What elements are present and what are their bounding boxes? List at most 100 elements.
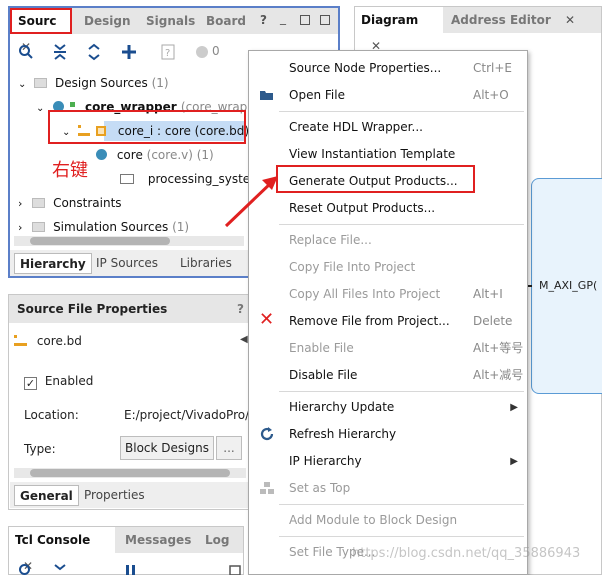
tree-core[interactable]: core (core.v) (1)	[96, 144, 214, 166]
enabled-label: Enabled	[44, 374, 94, 388]
collapse-all-icon[interactable]	[52, 563, 68, 575]
file-properties-title: Source File Properties	[17, 302, 168, 316]
collapse-all-icon[interactable]	[52, 43, 68, 61]
tab-properties-label: Properties	[84, 488, 145, 502]
tree-design-sources[interactable]: ⌄ Design Sources (1)	[18, 72, 169, 94]
tab-ip-sources[interactable]: IP Sources	[96, 253, 158, 273]
tab-address-editor[interactable]: Address Editor ✕	[445, 7, 581, 33]
props-hscrollbar[interactable]	[14, 468, 246, 478]
menu-label: Remove File from Project...	[289, 314, 450, 328]
annotation-arrow-icon	[224, 176, 278, 228]
diagram-tab-bar: Diagram ✕ Address Editor ✕	[355, 7, 601, 53]
tree-simulation-sources[interactable]: › Simulation Sources (1)	[18, 216, 189, 238]
tab-signals[interactable]: Signals	[140, 8, 201, 34]
tab-design[interactable]: Design	[78, 8, 137, 34]
trash-icon[interactable]	[228, 564, 242, 575]
menu-copy-file-into-project[interactable]: Copy File Into Project	[249, 254, 528, 281]
generate-output-highlight	[276, 165, 475, 193]
menu-disable-file[interactable]: Disable File Alt+减号	[249, 362, 528, 389]
context-menu: Source Node Properties... Ctrl+E Open Fil…	[248, 50, 528, 575]
tab-diagram[interactable]: Diagram ✕	[355, 7, 443, 53]
chevron-down-icon[interactable]: ⌄	[18, 79, 26, 90]
expand-all-icon[interactable]	[86, 43, 102, 61]
tree-label: Simulation Sources	[53, 220, 169, 234]
menu-enable-file[interactable]: Enable File Alt+等号	[249, 335, 528, 362]
menu-label: Add Module to Block Design	[289, 513, 458, 527]
location-label: Location:	[24, 408, 79, 422]
menu-copy-all-files-into-project[interactable]: Copy All Files Into Project Alt+I	[249, 281, 528, 308]
menu-separator	[279, 536, 524, 537]
menu-view-instantiation-template[interactable]: View Instantiation Template	[249, 141, 528, 168]
enabled-checkbox-row[interactable]: ✓ Enabled	[24, 374, 93, 390]
tab-address-editor-label: Address Editor	[451, 13, 551, 27]
search-icon[interactable]	[18, 563, 34, 575]
sources-hscrollbar[interactable]	[14, 236, 244, 246]
tab-libraries-label: Libraries	[180, 256, 232, 270]
menu-separator	[279, 391, 524, 392]
tab-tcl-console-label: Tcl Console	[15, 533, 91, 547]
tab-messages[interactable]: Messages	[119, 527, 197, 553]
menu-shortcut: Alt+I	[473, 287, 503, 301]
help-icon[interactable]: ?	[260, 13, 267, 27]
menu-hierarchy-update[interactable]: Hierarchy Update ▶	[249, 394, 528, 421]
pause-icon[interactable]	[124, 564, 138, 575]
tab-hierarchy-label: Hierarchy	[20, 257, 86, 271]
remove-x-icon: ✕	[259, 309, 275, 330]
tab-general[interactable]: General	[14, 485, 79, 506]
status-dot-icon	[196, 46, 208, 58]
chevron-down-icon[interactable]: ⌄	[36, 103, 44, 114]
menu-create-hdl-wrapper[interactable]: Create HDL Wrapper...	[249, 114, 528, 141]
tab-board[interactable]: Board	[200, 8, 252, 34]
chevron-right-icon[interactable]: ›	[18, 221, 22, 234]
menu-label: Copy File Into Project	[289, 260, 416, 274]
scroll-thumb[interactable]	[30, 469, 230, 477]
menu-reset-output-products[interactable]: Reset Output Products...	[249, 195, 528, 222]
search-icon[interactable]	[18, 44, 34, 60]
menu-replace-file[interactable]: Replace File...	[249, 227, 528, 254]
menu-remove-file-from-project[interactable]: ✕ Remove File from Project... Delete	[249, 308, 528, 335]
tcl-tab-bar: Tcl Console ✕ Messages Log	[9, 527, 243, 573]
more-button[interactable]: ...	[216, 436, 242, 460]
tree-label: core	[116, 148, 143, 162]
enabled-checkbox[interactable]: ✓	[24, 377, 37, 390]
maximize-icon[interactable]	[300, 15, 310, 25]
tab-properties[interactable]: Properties	[84, 485, 145, 505]
menu-label: View Instantiation Template	[289, 147, 456, 161]
tab-libraries[interactable]: Libraries	[180, 253, 232, 273]
menu-shortcut: Alt+等号	[473, 341, 524, 355]
hierarchy-icon	[260, 482, 274, 494]
question-file-icon[interactable]: ?	[160, 43, 176, 61]
menu-open-file[interactable]: Open File Alt+O	[249, 82, 528, 109]
scroll-thumb[interactable]	[30, 237, 170, 245]
menu-source-node-properties[interactable]: Source Node Properties... Ctrl+E	[249, 55, 528, 82]
tab-general-label: General	[20, 489, 73, 503]
help-icon[interactable]: ?	[237, 302, 244, 316]
svg-text:?: ?	[165, 48, 170, 59]
minimize-icon[interactable]: _	[280, 11, 286, 25]
menu-ip-hierarchy[interactable]: IP Hierarchy ▶	[249, 448, 528, 475]
tab-tcl-console[interactable]: Tcl Console ✕	[9, 527, 115, 573]
menu-separator	[279, 504, 524, 505]
tab-signals-label: Signals	[146, 14, 196, 28]
menu-set-as-top[interactable]: Set as Top	[249, 475, 528, 502]
type-value-button[interactable]: Block Designs	[120, 436, 214, 460]
back-arrow-icon[interactable]: ◀	[240, 334, 248, 345]
submenu-arrow-icon: ▶	[510, 456, 518, 467]
menu-refresh-hierarchy[interactable]: Refresh Hierarchy	[249, 421, 528, 448]
annotation-text: 右键	[52, 160, 88, 181]
ip-icon	[120, 174, 134, 184]
menu-label: Create HDL Wrapper...	[289, 120, 423, 134]
tab-log[interactable]: Log	[199, 527, 235, 553]
menu-label: IP Hierarchy	[289, 454, 362, 468]
menu-add-module-to-block-design[interactable]: Add Module to Block Design	[249, 507, 528, 534]
tab-hierarchy[interactable]: Hierarchy	[14, 253, 92, 274]
add-icon[interactable]	[120, 43, 138, 61]
folder-open-icon	[260, 91, 273, 100]
chevron-right-icon[interactable]: ›	[18, 197, 22, 210]
type-value: Block Designs	[125, 441, 209, 455]
tree-constraints[interactable]: › Constraints	[18, 192, 122, 214]
float-icon[interactable]	[320, 15, 330, 25]
close-icon[interactable]: ✕	[565, 13, 575, 27]
tab-diagram-label: Diagram	[361, 13, 419, 27]
folder-icon	[32, 222, 46, 232]
